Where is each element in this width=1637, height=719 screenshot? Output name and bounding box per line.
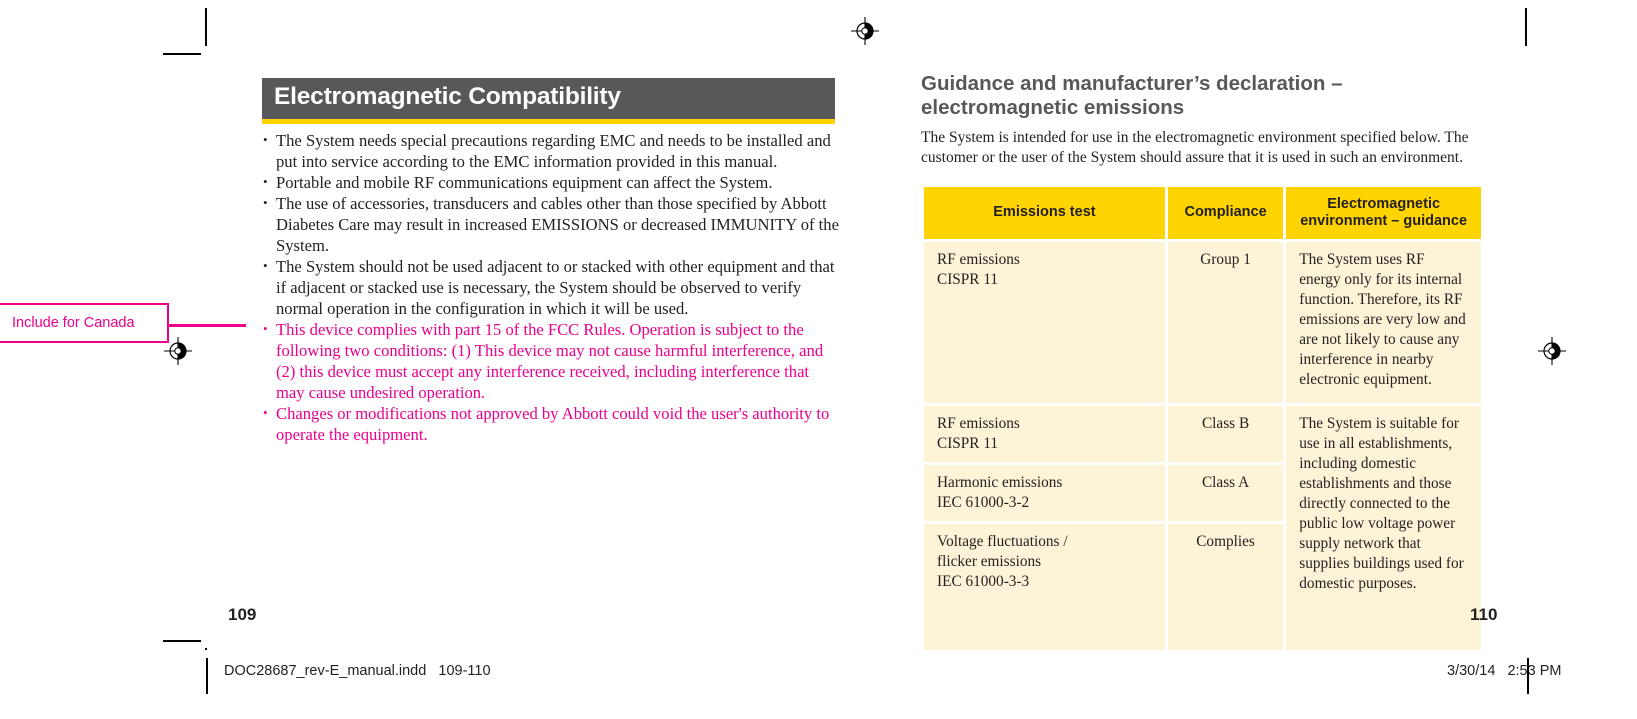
crop-mark-top-right-vertical — [1525, 8, 1527, 46]
cell-compliance: Complies — [1167, 523, 1284, 650]
annotation-label: Include for Canada — [12, 315, 135, 331]
bullet-text: Changes or modifications not approved by… — [276, 403, 830, 444]
bullet-text: The use of accessories, transducers and … — [276, 193, 839, 255]
list-item: The System needs special precautions reg… — [262, 129, 840, 172]
list-item: Portable and mobile RF communications eq… — [262, 171, 840, 193]
footer-timestamp: 3/30/14 2:53 PM — [1447, 663, 1562, 679]
cell-guidance: The System uses RF energy only for its i… — [1286, 241, 1481, 403]
cell-compliance: Class B — [1167, 405, 1284, 462]
annotation-callout-include-for-canada[interactable]: Include for Canada — [0, 303, 169, 343]
page-number-left: 109 — [228, 605, 257, 624]
column-header-compliance: Compliance — [1167, 186, 1284, 239]
bullet-text: The System needs special precautions reg… — [276, 130, 831, 171]
table-row: RF emissions CISPR 11 Class B The System… — [924, 405, 1481, 650]
bullet-text: This device complies with part 15 of the… — [276, 319, 824, 402]
footer-divider-left — [206, 658, 208, 694]
list-item: The System should not be used adjacent t… — [262, 255, 840, 319]
cell-compliance: Class A — [1167, 464, 1284, 521]
table-header-row: Emissions test Compliance Electromagneti… — [924, 186, 1481, 239]
table-row: RF emissions CISPR 11 Group 1 The System… — [924, 241, 1481, 403]
registration-mark-top-center — [851, 17, 879, 45]
intro-paragraph: The System is intended for use in the el… — [921, 129, 1469, 166]
emissions-table: Emissions test Compliance Electromagneti… — [921, 184, 1484, 653]
section-header-accent-rule — [262, 118, 835, 124]
column-header-emissions-test: Emissions test — [924, 186, 1165, 239]
page-title: Electromagnetic Compatibility — [274, 83, 621, 110]
crop-mark-top-left-vertical — [205, 8, 207, 46]
cell-emissions-test: Harmonic emissions IEC 61000-3-2 — [924, 464, 1165, 521]
footer-file-label: DOC28687_rev-E_manual.indd 109-110 — [224, 663, 491, 679]
cell-emissions-test: RF emissions CISPR 11 — [924, 405, 1165, 462]
left-page: Electromagnetic Compatibility The System… — [262, 78, 842, 445]
bullet-text: Portable and mobile RF communications eq… — [276, 172, 773, 192]
right-page: Guidance and manufacturer’s declaration … — [921, 72, 1501, 653]
footer-strip: DOC28687_rev-E_manual.indd 109-110 3/30/… — [0, 650, 1637, 719]
page-number-right: 110 — [1470, 605, 1498, 624]
list-item-fcc-notice: This device complies with part 15 of the… — [262, 318, 840, 403]
footer-divider-right — [1527, 658, 1529, 694]
cell-compliance: Group 1 — [1167, 241, 1284, 403]
registration-mark-right-middle — [1538, 337, 1566, 365]
annotation-leader-line — [169, 324, 246, 327]
list-item-modifications-notice: Changes or modifications not approved by… — [262, 402, 840, 445]
crop-mark-bottom-left-horizontal — [163, 640, 201, 642]
cell-guidance: The System is suitable for use in all es… — [1286, 405, 1481, 650]
page-heading: Guidance and manufacturer’s declaration … — [921, 72, 1343, 119]
bullet-text: The System should not be used adjacent t… — [276, 256, 835, 318]
cell-emissions-test: Voltage fluctuations / flicker emissions… — [924, 523, 1165, 650]
column-header-environment-guidance: Electromagnetic environment – guidance — [1286, 186, 1481, 239]
emc-bullet-list: The System needs special precautions reg… — [262, 129, 840, 445]
list-item: The use of accessories, transducers and … — [262, 192, 840, 256]
cell-emissions-test: RF emissions CISPR 11 — [924, 241, 1165, 403]
crop-mark-top-left-horizontal — [163, 53, 201, 55]
section-header-bar: Electromagnetic Compatibility — [262, 78, 835, 119]
